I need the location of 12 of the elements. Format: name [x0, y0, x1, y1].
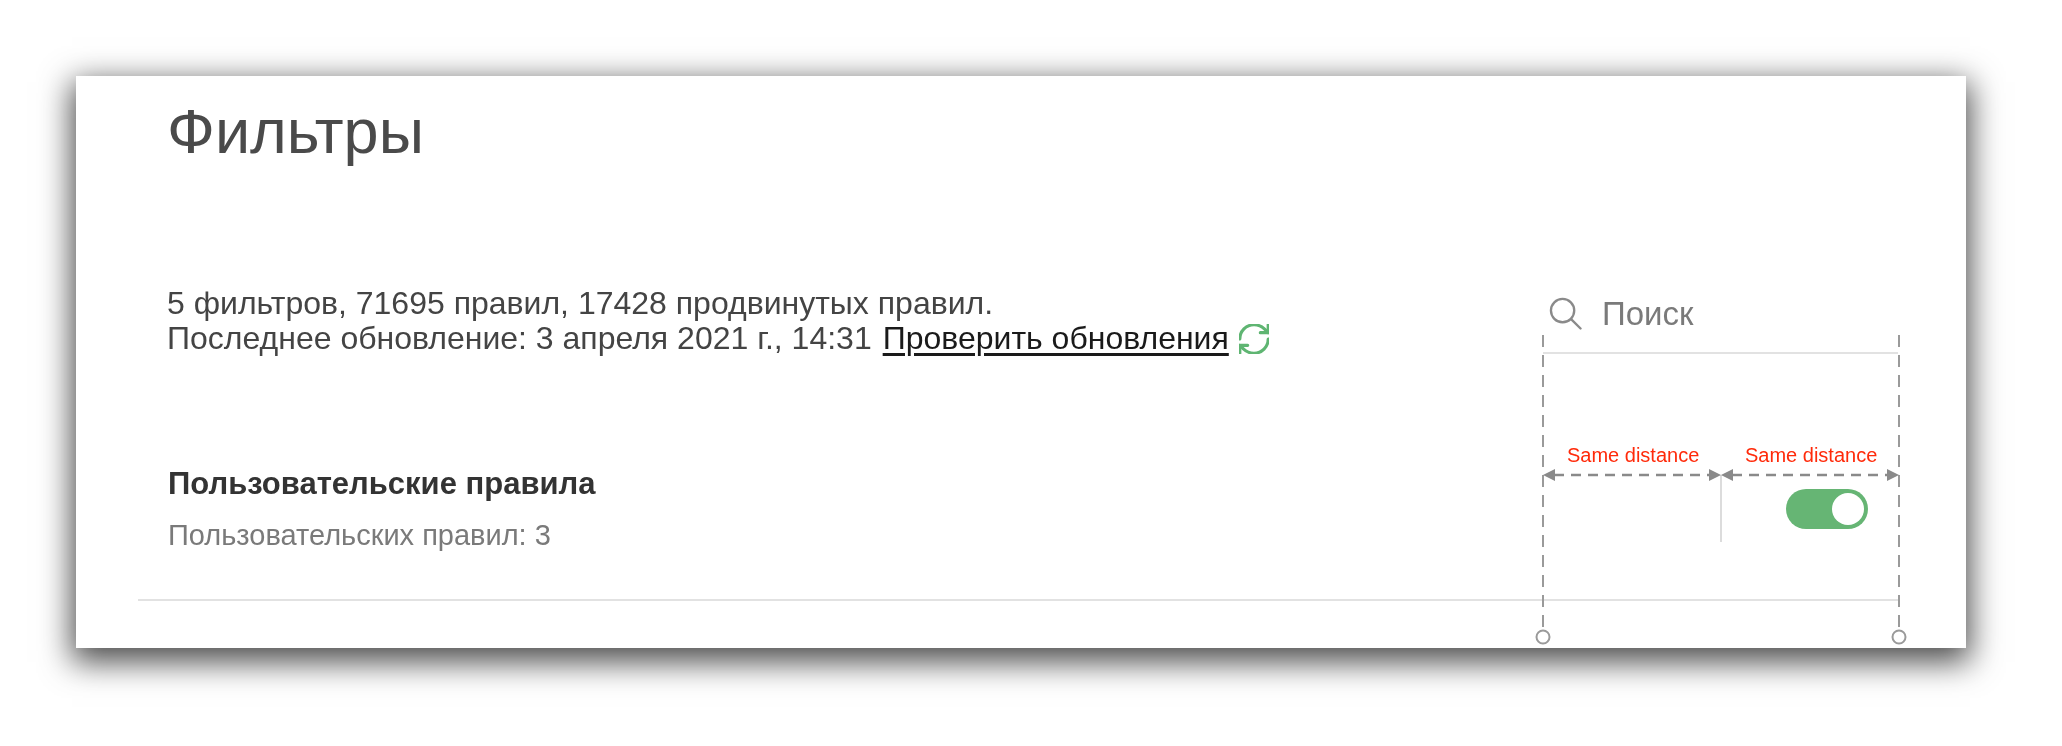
- search-icon: [1549, 297, 1582, 330]
- center-tick-line: [1720, 474, 1722, 543]
- last-update-text: Последнее обновление: 3 апреля 2021 г., 14:31: [167, 321, 872, 356]
- annotation-label: Same distance: [1745, 443, 1878, 467]
- stats-text: 5 фильтров, 71695 правил, 17428 продвинутых правил.: [167, 286, 994, 321]
- filter-title: Пользовательские правила: [168, 466, 596, 502]
- toggle-switch[interactable]: [1786, 489, 1868, 529]
- filter-subtitle: Пользовательских правил: 3: [168, 518, 551, 552]
- search-field[interactable]: Поиск: [1602, 293, 1892, 334]
- annotation-label: Same distance: [1567, 443, 1700, 467]
- refresh-icon[interactable]: [1238, 323, 1269, 354]
- check-updates-link[interactable]: Проверить обновления: [882, 321, 1229, 356]
